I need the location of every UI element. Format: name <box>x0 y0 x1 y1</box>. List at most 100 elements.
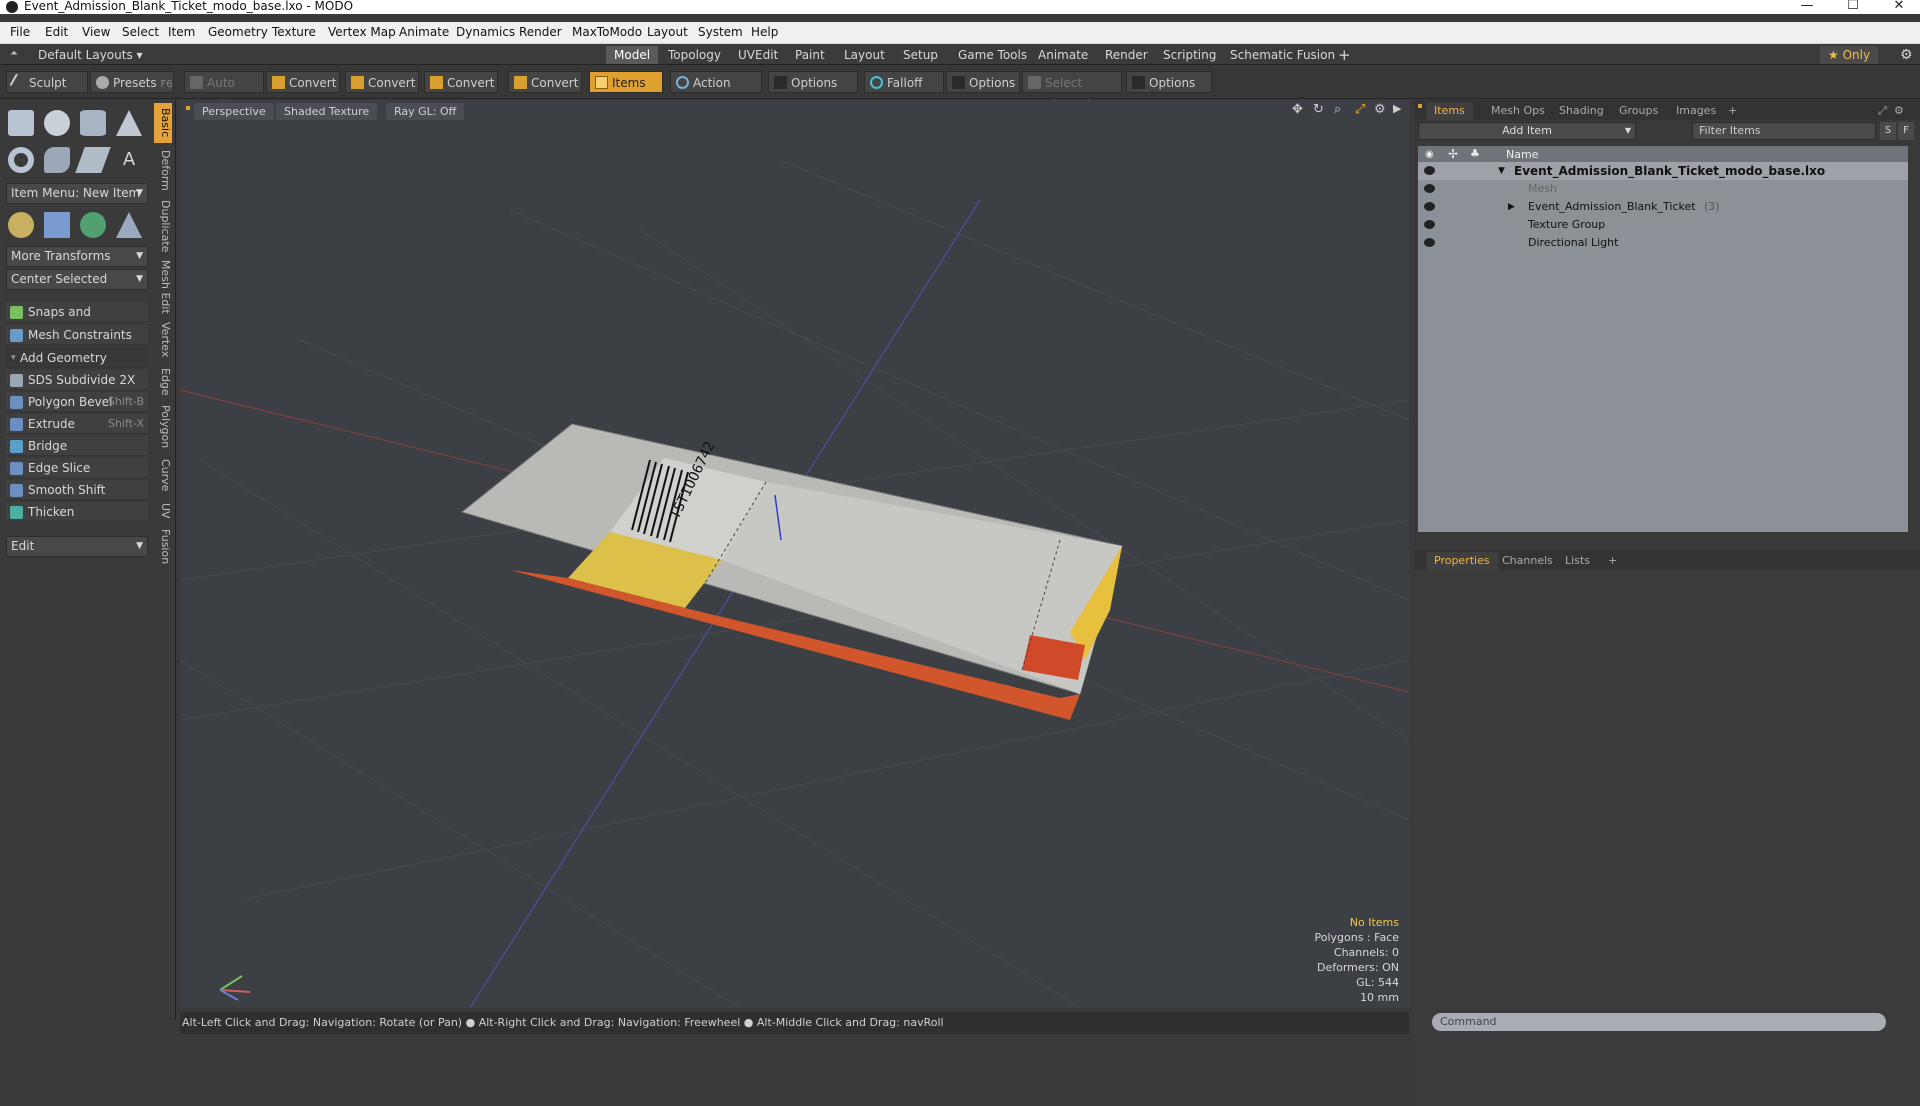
tool-extrude[interactable]: Extrude Shift-X <box>6 414 148 434</box>
add-panel-tab-button[interactable]: + <box>1600 552 1625 570</box>
cylinder-icon[interactable] <box>80 110 106 136</box>
menu-view[interactable]: View <box>82 25 110 39</box>
menu-system[interactable]: System <box>698 25 743 39</box>
items-mode-button[interactable]: Items <box>589 71 663 93</box>
edit-dropdown[interactable]: Edit ▼ <box>6 536 148 557</box>
tab-properties[interactable]: Properties <box>1426 552 1498 570</box>
tool-smooth-shift[interactable]: Smooth Shift <box>6 480 148 500</box>
cube-icon[interactable] <box>8 110 34 136</box>
default-layouts-dropdown[interactable]: Default Layouts ▾ <box>30 46 151 64</box>
menu-texture[interactable]: Texture <box>272 25 316 39</box>
tool-edge-slice[interactable]: Edge Slice <box>6 458 148 478</box>
sphere-icon[interactable] <box>44 110 70 136</box>
tab-items[interactable]: Items <box>1426 102 1473 120</box>
add-panel-tab-button[interactable]: + <box>1720 102 1745 120</box>
vtab-vertex[interactable]: Vertex <box>154 319 172 361</box>
vtab-edge[interactable]: Edge <box>154 365 172 399</box>
tab-topology[interactable]: Topology <box>660 46 729 64</box>
menu-animate[interactable]: Animate <box>399 25 449 39</box>
maximize-button[interactable]: ☐ <box>1830 0 1876 13</box>
vtab-polygon[interactable]: Polygon <box>154 403 172 451</box>
convert-materials-button[interactable]: Convert <box>508 71 582 93</box>
menu-geometry[interactable]: Geometry <box>208 25 268 39</box>
presets-button[interactable]: Presets F6 <box>90 71 174 93</box>
tab-uvedit[interactable]: UVEdit <box>730 46 786 64</box>
wedge-icon[interactable] <box>75 147 111 173</box>
s-filter-button[interactable]: S <box>1880 122 1896 140</box>
convert-polygons-button[interactable]: Convert <box>424 71 498 93</box>
tab-game-tools[interactable]: Game Tools <box>950 46 1035 64</box>
center-selected-dropdown[interactable]: Center Selected ▼ <box>6 269 148 290</box>
only-toggle[interactable]: ★ Only <box>1820 46 1879 64</box>
tab-animate[interactable]: Animate <box>1030 46 1096 64</box>
globe-icon[interactable] <box>80 212 106 238</box>
item-menu-dropdown[interactable]: Item Menu: New Item ▼ <box>6 183 148 204</box>
vtab-curve[interactable]: Curve <box>154 455 172 495</box>
command-input[interactable]: Command <box>1432 1013 1886 1031</box>
vtab-uv[interactable]: UV <box>154 499 172 523</box>
tool-sds-subdivide[interactable]: SDS Subdivide 2X <box>6 370 148 390</box>
cone-icon[interactable] <box>116 110 142 136</box>
tab-setup[interactable]: Setup <box>895 46 946 64</box>
eye-icon[interactable] <box>1424 238 1435 247</box>
add-tab-button[interactable]: + <box>1330 46 1359 64</box>
tab-render[interactable]: Render <box>1097 46 1156 64</box>
gear-icon[interactable]: ⚙ <box>1892 46 1920 64</box>
3d-viewport[interactable]: Perspective Shaded Texture Ray GL: Off ✥… <box>180 100 1409 1008</box>
vtab-mesh-edit[interactable]: Mesh Edit <box>154 259 172 315</box>
tree-row-ticket[interactable]: ▶ Event_Admission_Blank_Ticket (3) <box>1418 198 1908 216</box>
tool-bridge[interactable]: Bridge <box>6 436 148 456</box>
tool-polygon-bevel[interactable]: Polygon Bevel Shift-B <box>6 392 148 412</box>
auto-select-button[interactable]: Auto Select <box>184 71 264 112</box>
mesh-constraints-button[interactable]: Mesh Constraints <box>6 325 148 345</box>
tab-images[interactable]: Images <box>1668 102 1724 120</box>
text-tool-icon[interactable]: A <box>116 147 142 173</box>
options-button-1[interactable]: Options <box>768 71 858 93</box>
minimize-button[interactable]: — <box>1784 0 1830 13</box>
tab-paint[interactable]: Paint <box>787 46 833 64</box>
convert-vertices-button[interactable]: Convert <box>266 71 340 93</box>
menu-edit[interactable]: Edit <box>45 25 68 39</box>
collapsed-triangle-icon[interactable]: ▶ <box>1508 198 1515 216</box>
close-button[interactable]: ✕ <box>1876 0 1920 13</box>
sculpt-button[interactable]: Sculpt <box>6 71 88 93</box>
add-item-dropdown[interactable]: Add Item ▼ <box>1418 122 1636 140</box>
tab-lists[interactable]: Lists <box>1557 552 1598 570</box>
tree-row-directional-light[interactable]: Directional Light <box>1418 234 1908 252</box>
falloff-button[interactable]: Falloff <box>864 71 944 93</box>
tab-layout[interactable]: Layout <box>836 46 893 64</box>
eye-icon[interactable] <box>1424 184 1435 193</box>
tab-mesh-ops[interactable]: Mesh Ops <box>1483 102 1553 120</box>
torus-icon[interactable] <box>8 147 34 173</box>
more-transforms-dropdown[interactable]: More Transforms ▼ <box>6 246 148 267</box>
panel-gear-icon[interactable]: ⚙ <box>1886 102 1912 120</box>
tool-thicken[interactable]: Thicken <box>6 502 148 522</box>
vtab-duplicate[interactable]: Duplicate <box>154 197 172 255</box>
options-button-2[interactable]: Options <box>946 71 1020 93</box>
tab-channels[interactable]: Channels <box>1494 552 1561 570</box>
filter-items-input[interactable]: Filter Items <box>1692 122 1876 140</box>
tab-groups[interactable]: Groups <box>1611 102 1666 120</box>
tree-row-texture-group[interactable]: Texture Group <box>1418 216 1908 234</box>
pyramid-icon[interactable] <box>116 212 142 238</box>
select-through-button[interactable]: Select Through <box>1022 71 1122 112</box>
snaps-precision-button[interactable]: Snaps and Precision <box>6 302 148 339</box>
locator-icon[interactable] <box>8 212 34 238</box>
tab-schematic-fusion[interactable]: Schematic Fusion <box>1222 46 1343 64</box>
eye-icon[interactable] <box>1424 220 1435 229</box>
tab-shading[interactable]: Shading <box>1551 102 1612 120</box>
tab-scripting[interactable]: Scripting <box>1155 46 1224 64</box>
menu-maxtomodo[interactable]: MaxToModo <box>572 25 642 39</box>
options-button-3[interactable]: Options <box>1126 71 1212 93</box>
menu-vertex-map[interactable]: Vertex Map <box>328 25 396 39</box>
menu-help[interactable]: Help <box>751 25 778 39</box>
menu-file[interactable]: File <box>10 25 30 39</box>
tree-row-mesh[interactable]: Mesh <box>1418 180 1908 198</box>
expand-triangle-icon[interactable]: ▼ <box>1498 162 1505 180</box>
grid-mesh-icon[interactable] <box>44 212 70 238</box>
menu-render[interactable]: Render <box>519 25 562 39</box>
layout-menu-icon[interactable]: ⏶ <box>10 48 20 60</box>
tree-row-scene[interactable]: ▼ Event_Admission_Blank_Ticket_modo_base… <box>1418 162 1908 180</box>
menu-select[interactable]: Select <box>122 25 159 39</box>
capsule-icon[interactable] <box>44 147 70 173</box>
